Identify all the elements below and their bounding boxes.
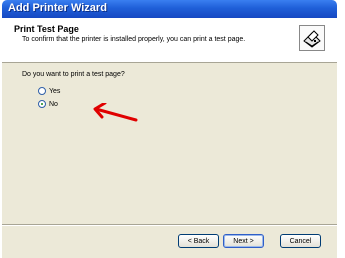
radio-yes[interactable]: Yes xyxy=(38,85,60,97)
page-subtitle: To confirm that the printer is installed… xyxy=(22,36,246,43)
radio-no-label: No xyxy=(49,100,58,108)
footer-separator xyxy=(2,224,337,226)
title-bar: Add Printer Wizard xyxy=(2,0,337,18)
window-title: Add Printer Wizard xyxy=(8,2,107,14)
radio-no[interactable]: No xyxy=(38,98,58,110)
radio-no-button[interactable] xyxy=(38,100,46,108)
cancel-button[interactable]: Cancel xyxy=(280,234,321,248)
printer-icon xyxy=(299,25,325,51)
red-arrow-icon xyxy=(92,101,138,128)
wizard-header: Print Test Page To confirm that the prin… xyxy=(2,18,337,63)
next-button[interactable]: Next > xyxy=(223,234,264,248)
back-button[interactable]: < Back xyxy=(178,234,219,248)
radio-yes-label: Yes xyxy=(49,87,61,95)
radio-yes-button[interactable] xyxy=(38,87,46,95)
wizard-window: Print Test Page To confirm that the prin… xyxy=(2,18,337,258)
page-title: Print Test Page xyxy=(14,24,79,34)
test-page-question: Do you want to print a test page? xyxy=(22,71,125,78)
